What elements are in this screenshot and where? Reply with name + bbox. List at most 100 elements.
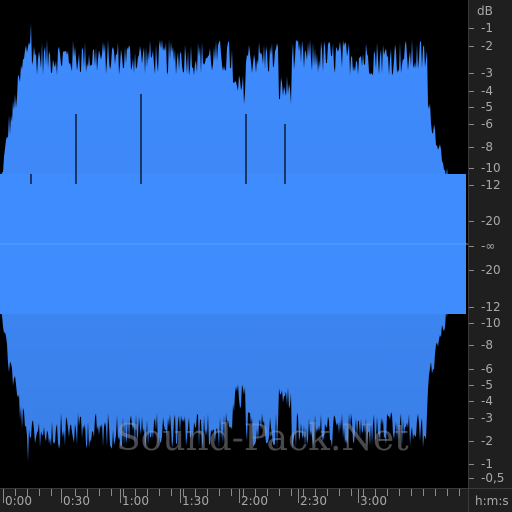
db-tick [469,147,474,148]
waveform-dip [30,174,32,184]
waveform-view[interactable]: Sound-Pack.Net [0,0,468,488]
time-minor-tick [135,489,136,496]
time-minor-tick [459,489,460,496]
time-minor-tick [75,489,76,496]
time-minor-tick [231,489,232,496]
db-label: -20 [481,214,501,228]
time-minor-tick [147,489,148,496]
db-label: -20 [481,263,501,277]
db-tick [469,345,474,346]
db-tick [469,418,474,419]
time-minor-tick [159,489,160,496]
time-ruler[interactable]: 0:00 0:30 1:00 1:30 2:00 2:30 3:00 [0,488,468,512]
db-label: -1 [481,457,493,471]
time-label: 0:00 [5,494,32,508]
time-minor-tick [183,489,184,496]
waveform[interactable] [0,0,468,488]
time-label: 0:30 [63,494,90,508]
db-label: -3 [481,66,493,80]
time-minor-tick [363,489,364,496]
db-tick [469,385,474,386]
db-label: -4 [481,394,493,408]
db-unit-label: dB [477,4,493,18]
time-minor-tick [339,489,340,496]
db-tick [469,73,474,74]
time-minor-tick [255,489,256,496]
db-label: -1 [481,21,493,35]
time-minor-tick [195,489,196,496]
db-tick [469,28,474,29]
waveform-dip [245,114,247,184]
waveform-dip [140,94,142,184]
db-tick [469,401,474,402]
db-label: -8 [481,338,493,352]
time-minor-tick [351,489,352,496]
db-label: -5 [481,378,493,392]
time-minor-tick [207,489,208,496]
time-minor-tick [219,489,220,496]
time-minor-tick [27,489,28,496]
db-label-center: -∞ [481,239,496,253]
time-tick [61,489,62,503]
time-unit-box: h:m:s [468,488,512,512]
time-label: 2:30 [300,494,327,508]
time-minor-tick [327,489,328,496]
time-tick [120,489,121,503]
db-label: -4 [481,84,493,98]
time-minor-tick [447,489,448,496]
db-tick [469,107,474,108]
time-minor-tick [39,489,40,496]
audio-editor: Sound-Pack.Net dB -1 -2 -3 -4 -5 -6 -8 -10 -12 -20… [0,0,512,512]
db-tick [469,307,474,308]
time-minor-tick [375,489,376,496]
db-label: -6 [481,362,493,376]
db-tick [469,464,474,465]
time-minor-tick [267,489,268,496]
db-label: -6 [481,117,493,131]
db-tick [469,246,474,247]
db-tick [469,369,474,370]
db-ruler: dB -1 -2 -3 -4 -5 -6 -8 -10 -12 -20 -∞ -20 -12 -10 -8 -6… [468,0,512,488]
db-label: -2 [481,39,493,53]
time-label: 1:30 [182,494,209,508]
db-label: -12 [481,300,501,314]
time-minor-tick [15,489,16,496]
time-tick [180,489,181,503]
time-minor-tick [243,489,244,496]
db-tick [469,270,474,271]
time-minor-tick [111,489,112,496]
time-label: 2:00 [241,494,268,508]
db-label: -8 [481,140,493,154]
waveform-dip [284,124,286,184]
db-label: -0,5 [481,471,505,485]
db-tick [469,478,474,479]
time-minor-tick [387,489,388,496]
db-label: -10 [481,161,501,175]
time-minor-tick [171,489,172,496]
time-minor-tick [87,489,88,496]
time-minor-tick [315,489,316,496]
time-minor-tick [303,489,304,496]
time-unit-label: h:m:s [475,494,509,508]
db-label: -5 [481,100,493,114]
db-tick [469,124,474,125]
time-minor-tick [399,489,400,496]
time-tick [298,489,299,503]
time-minor-tick [99,489,100,496]
db-tick [469,91,474,92]
db-tick [469,221,474,222]
time-label: 1:00 [122,494,149,508]
db-label: -3 [481,411,493,425]
time-tick [358,489,359,503]
time-minor-tick [423,489,424,496]
time-minor-tick [123,489,124,496]
db-label: -12 [481,178,501,192]
db-tick [469,168,474,169]
waveform-dip [75,114,77,184]
time-minor-tick [435,489,436,496]
time-tick [3,489,4,503]
time-minor-tick [279,489,280,496]
db-tick [469,441,474,442]
time-label: 3:00 [360,494,387,508]
time-minor-tick [51,489,52,496]
